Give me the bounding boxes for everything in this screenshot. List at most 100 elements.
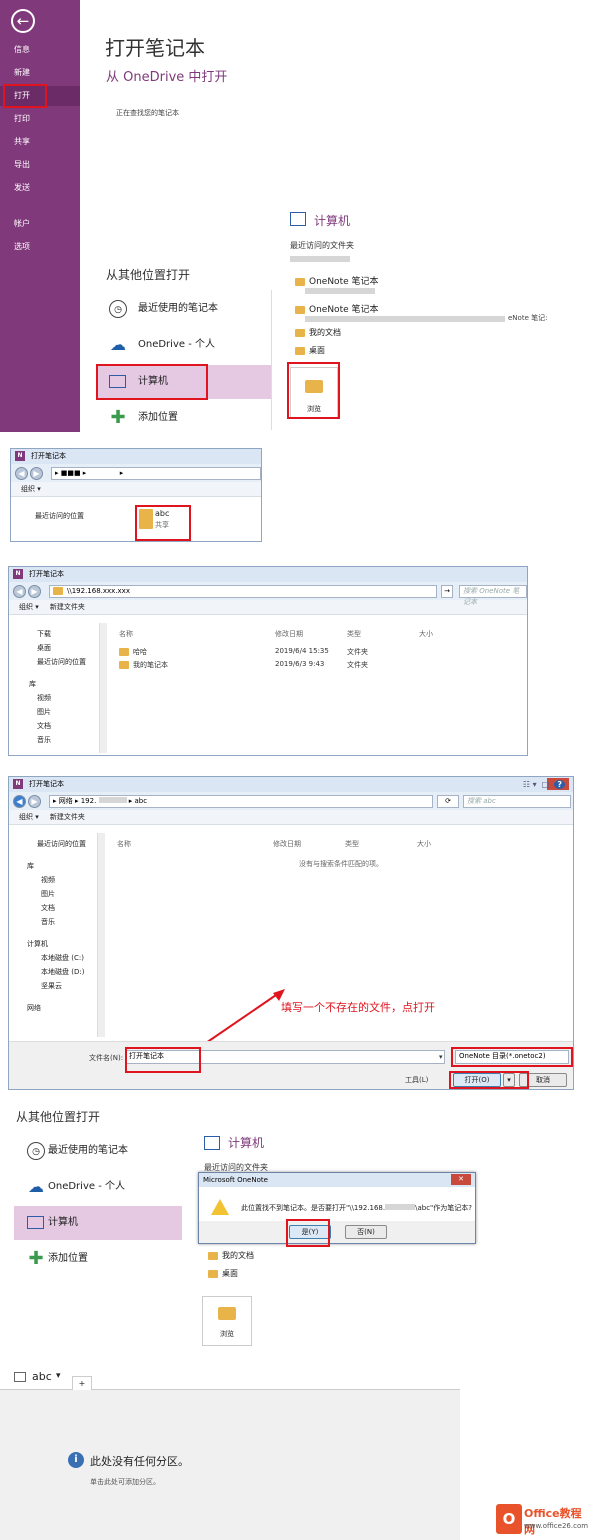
crumb-ip[interactable]: 192. bbox=[81, 797, 97, 805]
folder-desktop[interactable]: 桌面 bbox=[295, 345, 325, 356]
crumb-network[interactable]: 网络 bbox=[59, 797, 73, 805]
nav-options[interactable]: 选项 bbox=[0, 237, 80, 257]
tree-jianguoyun[interactable]: 坚果云 bbox=[23, 979, 86, 993]
organize-menu[interactable]: 组织 bbox=[19, 603, 33, 611]
tree-recent[interactable]: 最近访问的位置 bbox=[29, 655, 86, 669]
tree-library[interactable]: 库 bbox=[23, 859, 86, 873]
tree-scrollbar[interactable] bbox=[99, 623, 107, 753]
back-nav-icon[interactable]: ◀ bbox=[13, 795, 26, 808]
location-recent[interactable]: ◷ 最近使用的笔记本 bbox=[14, 1134, 182, 1168]
location-onedrive[interactable]: ☁ OneDrive - 个人 bbox=[96, 328, 272, 362]
back-arrow-icon[interactable]: ← bbox=[11, 9, 35, 33]
tree-videos[interactable]: 视频 bbox=[23, 873, 86, 887]
new-folder-button[interactable]: 新建文件夹 bbox=[50, 603, 85, 611]
browse-button[interactable]: 浏览 bbox=[202, 1296, 252, 1346]
open-confirm-panel: 从其他位置打开 ◷ 最近使用的笔记本 ☁ OneDrive - 个人 计算机 ✚… bbox=[0, 1100, 596, 1362]
tree-pictures[interactable]: 图片 bbox=[29, 705, 86, 719]
address-bar: ◀ ▶ \\192.168.xxx.xxx → 搜索 OneNote 笔记本 bbox=[9, 582, 527, 606]
close-icon[interactable]: ✕ bbox=[451, 1174, 471, 1185]
col-size[interactable]: 大小 bbox=[419, 629, 433, 639]
tree-drive-d[interactable]: 本地磁盘 (D:) bbox=[23, 965, 86, 979]
tree-library[interactable]: 库 bbox=[29, 677, 86, 691]
organize-menu[interactable]: 组织 bbox=[19, 813, 33, 821]
breadcrumb[interactable]: ▸ 网络 ▸ 192. ▸ abc bbox=[49, 795, 433, 808]
tree-scrollbar[interactable] bbox=[97, 833, 105, 1037]
col-date[interactable]: 修改日期 bbox=[273, 839, 301, 849]
tree-music[interactable]: 音乐 bbox=[29, 733, 86, 747]
table-row[interactable]: 哈哈 bbox=[119, 647, 147, 657]
backstage-open-panel: ← 信息 新建 打开 打印 共享 导出 发送 帐户 选项 打开笔记本 从 One… bbox=[0, 0, 596, 432]
organize-menu[interactable]: 组织 bbox=[21, 485, 35, 493]
tree-recent-places[interactable]: 最近访问的位置 bbox=[35, 511, 84, 521]
address-input[interactable]: \\192.168.xxx.xxx bbox=[49, 585, 437, 598]
col-date[interactable]: 修改日期 bbox=[275, 629, 303, 639]
forward-nav-icon[interactable]: ▶ bbox=[28, 585, 41, 598]
col-name[interactable]: 名称 bbox=[117, 839, 131, 849]
location-computer[interactable]: 计算机 bbox=[14, 1206, 182, 1240]
onenote-app-icon: N bbox=[13, 779, 23, 789]
search-input[interactable]: 搜索 OneNote 笔记本 bbox=[459, 585, 527, 606]
tree-desktop[interactable]: 桌面 bbox=[29, 641, 86, 655]
folder-icon bbox=[119, 661, 129, 669]
notebook-name[interactable]: abc bbox=[32, 1370, 52, 1383]
go-arrow-icon[interactable]: → bbox=[441, 585, 453, 598]
tree-documents[interactable]: 文档 bbox=[29, 719, 86, 733]
view-options-icon[interactable]: ☷ ▾ □ ? bbox=[523, 777, 565, 792]
tree-music[interactable]: 音乐 bbox=[23, 915, 86, 929]
tree-computer[interactable]: 计算机 bbox=[23, 937, 86, 951]
open-dialog-small: N 打开笔记本 ◀ ▶ ▸ ■■■ ▸ ▸ 组织 ▾ 最近访问的位置 abc 共享 bbox=[10, 448, 262, 542]
message-title: Microsoft OneNote bbox=[203, 1176, 268, 1184]
nav-send[interactable]: 发送 bbox=[0, 178, 80, 198]
no-button[interactable]: 否(N) bbox=[345, 1225, 387, 1239]
col-size[interactable]: 大小 bbox=[417, 839, 431, 849]
col-type[interactable]: 类型 bbox=[347, 629, 361, 639]
add-section-hint[interactable]: 单击此处可添加分区。 bbox=[90, 1477, 160, 1487]
crumb-abc[interactable]: abc bbox=[135, 797, 148, 805]
location-onedrive[interactable]: ☁ OneDrive - 个人 bbox=[14, 1170, 182, 1204]
filename-dropdown-icon[interactable]: ▾ bbox=[439, 1053, 443, 1061]
toolbar: 组织 ▾ 新建文件夹 ☷ ▾ □ ? bbox=[9, 780, 573, 825]
nav-info[interactable]: 信息 bbox=[0, 40, 80, 60]
highlight-abc bbox=[135, 505, 191, 541]
back-nav-icon[interactable]: ◀ bbox=[15, 467, 28, 480]
location-recent[interactable]: ◷ 最近使用的笔记本 bbox=[96, 292, 272, 326]
forward-nav-icon[interactable]: ▶ bbox=[28, 795, 41, 808]
tree-downloads[interactable]: 下载 bbox=[29, 627, 86, 641]
add-section-tab[interactable]: + bbox=[72, 1376, 92, 1390]
search-input[interactable]: 搜索 abc bbox=[463, 795, 571, 808]
forward-nav-icon[interactable]: ▶ bbox=[30, 467, 43, 480]
nav-print[interactable]: 打印 bbox=[0, 109, 80, 129]
refresh-icon[interactable]: ⟳ bbox=[437, 795, 459, 808]
nav-share[interactable]: 共享 bbox=[0, 132, 80, 152]
new-folder-button[interactable]: 新建文件夹 bbox=[50, 813, 85, 821]
chevron-down-icon[interactable]: ▾ bbox=[56, 1371, 61, 1381]
folder-my-docs[interactable]: 我的文档 bbox=[208, 1250, 254, 1261]
tools-menu[interactable]: 工具(L) bbox=[405, 1075, 428, 1085]
tree-videos[interactable]: 视频 bbox=[29, 691, 86, 705]
add-plus-icon: ✚ bbox=[110, 407, 126, 428]
notebook-icon bbox=[14, 1372, 26, 1382]
nav-account[interactable]: 帐户 bbox=[0, 214, 80, 234]
folder-my-docs[interactable]: 我的文档 bbox=[295, 327, 341, 338]
tree-recent[interactable]: 最近访问的位置 bbox=[23, 837, 86, 851]
location-add[interactable]: ✚ 添加位置 bbox=[14, 1242, 182, 1276]
page-title: 打开笔记本 bbox=[105, 36, 205, 60]
nav-export[interactable]: 导出 bbox=[0, 155, 80, 175]
folder-label: 桌面 bbox=[309, 346, 325, 355]
folder-onenote-2[interactable]: OneNote 笔记本 bbox=[295, 302, 379, 315]
tree-network[interactable]: 网络 bbox=[23, 1001, 86, 1015]
folder-onenote-1[interactable]: OneNote 笔记本 bbox=[295, 274, 379, 287]
tree-drive-c[interactable]: 本地磁盘 (C:) bbox=[23, 951, 86, 965]
address-input[interactable]: ▸ ■■■ ▸ ▸ bbox=[51, 467, 261, 480]
col-type[interactable]: 类型 bbox=[345, 839, 359, 849]
location-add[interactable]: ✚ 添加位置 bbox=[96, 401, 272, 435]
tree-documents[interactable]: 文档 bbox=[23, 901, 86, 915]
col-name[interactable]: 名称 bbox=[119, 629, 133, 639]
tree-pictures[interactable]: 图片 bbox=[23, 887, 86, 901]
back-nav-icon[interactable]: ◀ bbox=[13, 585, 26, 598]
location-onedrive-label: OneDrive - 个人 bbox=[48, 1181, 125, 1192]
nav-new[interactable]: 新建 bbox=[0, 63, 80, 83]
computer-header-icon bbox=[290, 212, 306, 226]
folder-desktop[interactable]: 桌面 bbox=[208, 1268, 238, 1279]
table-row[interactable]: 我的笔记本 bbox=[119, 660, 168, 670]
